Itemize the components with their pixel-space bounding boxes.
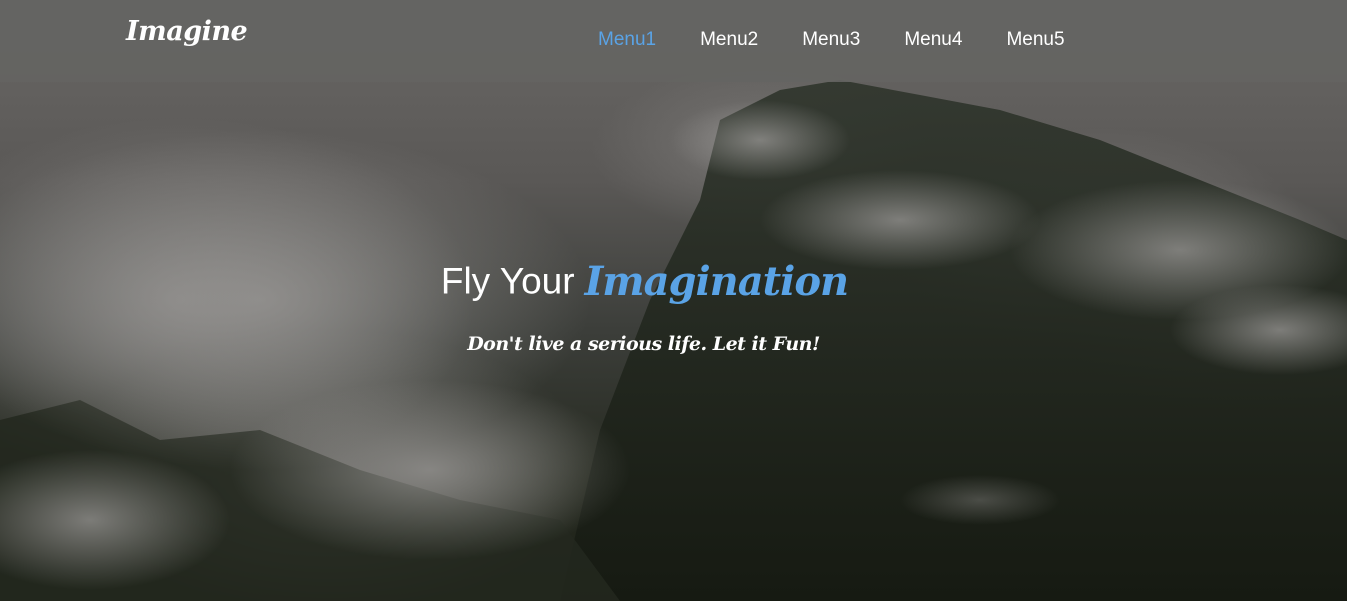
headline-accent-text: Imagination (584, 258, 850, 305)
top-navbar: Imagine Menu1 Menu2 Menu3 Menu4 Menu5 (0, 0, 1347, 82)
menu-item-menu4[interactable]: Menu4 (904, 29, 962, 51)
menu-item-menu5[interactable]: Menu5 (1006, 29, 1064, 51)
menu-item-menu2[interactable]: Menu2 (700, 29, 758, 51)
menu-item-menu1[interactable]: Menu1 (598, 29, 656, 51)
site-logo[interactable]: Imagine (126, 16, 248, 47)
hero-headline: Fly Your Imagination (0, 258, 1347, 305)
main-menu: Menu1 Menu2 Menu3 Menu4 Menu5 (598, 29, 1109, 51)
hero-tagline: Don't live a serious life. Let it Fun! (0, 333, 1347, 355)
headline-plain-text: Fly Your (440, 260, 575, 302)
tagline-text: Don't live a serious life. Let it Fun! (467, 333, 820, 355)
hero-headline-text: Fly Your Imagination (440, 258, 850, 305)
menu-item-menu3[interactable]: Menu3 (802, 29, 860, 51)
hero-section: Imagine Menu1 Menu2 Menu3 Menu4 Menu5 Fl… (0, 0, 1347, 601)
